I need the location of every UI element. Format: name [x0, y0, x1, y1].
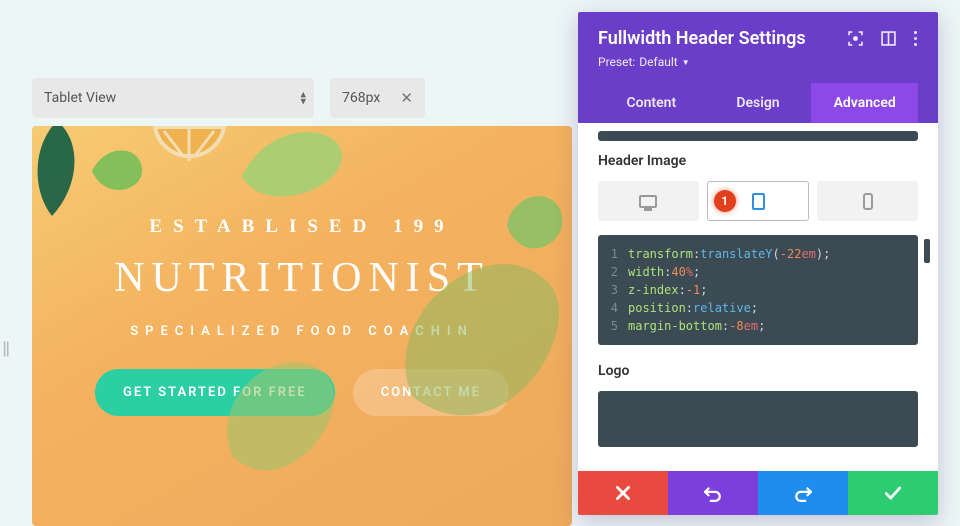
orange-slice-icon [152, 126, 227, 176]
leaf-decor-icon [217, 336, 347, 486]
step-badge: 1 [714, 190, 736, 212]
resize-handle-icon[interactable] [924, 239, 930, 263]
desktop-icon [639, 195, 657, 208]
preset-value: Default [639, 55, 677, 69]
resize-handle-left[interactable]: ‖ [2, 338, 10, 363]
code-line: 4 position:relative; [606, 299, 910, 317]
focus-frame-icon[interactable] [848, 31, 863, 46]
kebab-menu-icon[interactable] [914, 28, 918, 49]
viewport-mode-select[interactable]: Tablet View ▴▾ [32, 78, 314, 118]
section-logo-label: Logo [598, 363, 918, 379]
code-line: 2 width:40%; [606, 263, 910, 281]
code-line: 3 z-index:-1; [606, 281, 910, 299]
device-tablet-button[interactable]: 1 [707, 181, 810, 221]
leaf-decor-icon [232, 126, 352, 206]
settings-panel: Fullwidth Header Settings Preset: Defaul… [578, 12, 938, 515]
viewport-width-input[interactable]: 768px ✕ [330, 78, 425, 118]
clear-width-icon[interactable]: ✕ [400, 89, 413, 107]
tab-design[interactable]: Design [705, 83, 812, 123]
panel-title: Fullwidth Header Settings [598, 28, 848, 49]
device-phone-button[interactable] [817, 181, 918, 221]
select-caret-icon: ▴▾ [300, 91, 304, 104]
confirm-button[interactable] [848, 471, 938, 515]
device-desktop-button[interactable] [598, 181, 699, 221]
redo-button[interactable] [758, 471, 848, 515]
hero-established: ESTABLISED 199 [149, 216, 454, 238]
cancel-button[interactable] [578, 471, 668, 515]
viewport-mode-label: Tablet View [44, 90, 116, 106]
tab-advanced[interactable]: Advanced [811, 83, 918, 123]
code-line: 5 margin-bottom:-8em; [606, 317, 910, 335]
preview-canvas: ESTABLISED 199 NUTRITIONIST SPECIALIZED … [32, 126, 572, 526]
panel-layout-icon[interactable] [881, 31, 896, 46]
tab-content[interactable]: Content [598, 83, 705, 123]
section-header-image-label: Header Image [598, 153, 918, 169]
leaf-decor-icon [32, 126, 92, 226]
leaf-decor-icon [392, 236, 572, 436]
undo-button[interactable] [668, 471, 758, 515]
code-line: 1 transform:translateY(-22em); [606, 245, 910, 263]
viewport-width-value: 768px [342, 90, 380, 106]
preset-prefix: Preset: [598, 55, 635, 69]
css-code-editor[interactable]: 1 transform:translateY(-22em); 2 width:4… [598, 235, 918, 345]
chevron-down-icon: ▼ [682, 58, 690, 67]
collapsed-code-block[interactable] [598, 131, 918, 141]
logo-code-editor[interactable] [598, 391, 918, 447]
hero: ESTABLISED 199 NUTRITIONIST SPECIALIZED … [32, 126, 572, 526]
panel-header: Fullwidth Header Settings Preset: Defaul… [578, 12, 938, 123]
phone-icon [863, 193, 873, 210]
preset-select[interactable]: Preset: Default ▼ [598, 55, 918, 69]
leaf-decor-icon [502, 186, 572, 266]
leaf-decor-icon [87, 136, 147, 206]
tablet-icon [752, 193, 765, 210]
